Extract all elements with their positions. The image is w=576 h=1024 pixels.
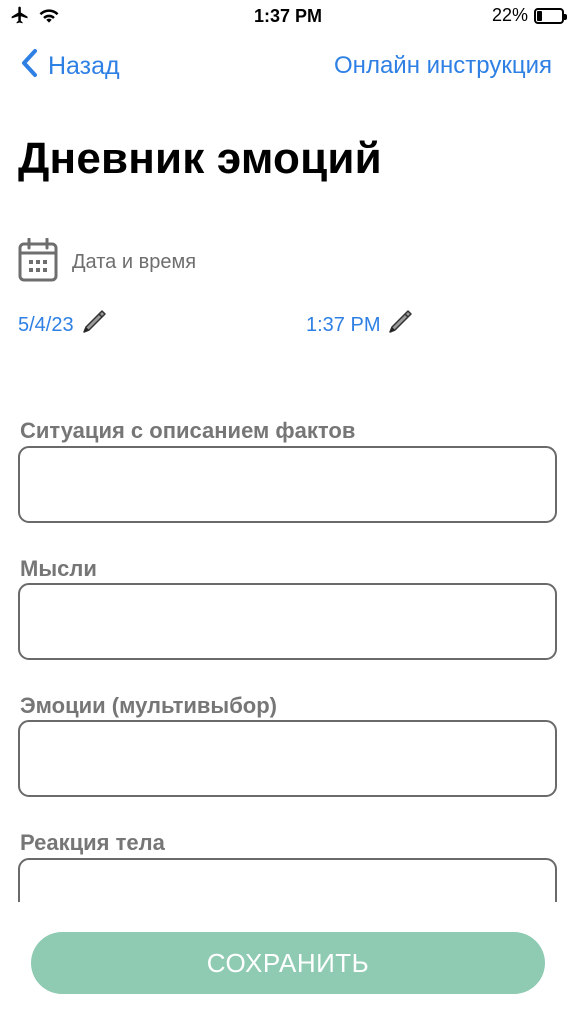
thoughts-input[interactable] <box>18 583 557 660</box>
emotions-input[interactable] <box>18 720 557 797</box>
thoughts-label: Мысли <box>20 556 97 581</box>
body-reaction-input[interactable] <box>18 858 557 902</box>
save-button[interactable]: СОХРАНИТЬ <box>31 932 545 994</box>
situation-input[interactable] <box>18 446 557 523</box>
situation-label: Ситуация с описанием фактов <box>20 418 356 443</box>
emotions-label: Эмоции (мультивыбор) <box>20 693 277 718</box>
form-scroll-area[interactable]: Ситуация с описанием фактов Мысли Эмоции… <box>0 0 576 902</box>
body-reaction-label: Реакция тела <box>20 830 165 855</box>
